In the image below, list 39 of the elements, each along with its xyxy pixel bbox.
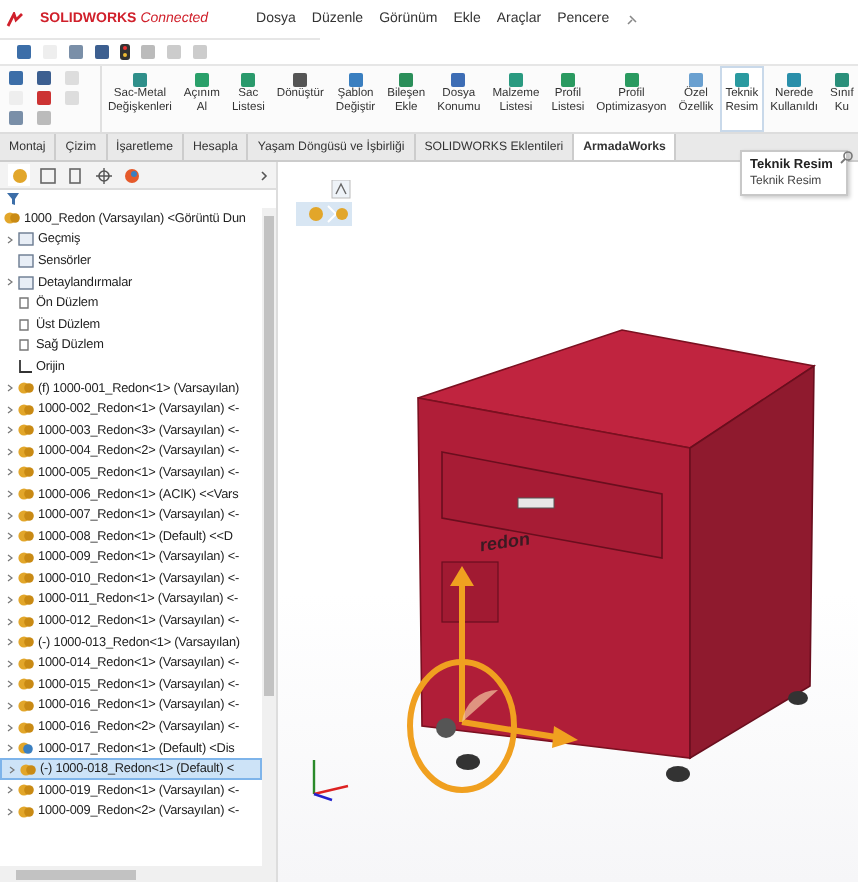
- appearance-icon[interactable]: [123, 167, 139, 183]
- property-list-icon[interactable]: [39, 167, 55, 183]
- expand-chevron-icon[interactable]: [5, 595, 13, 604]
- expand-chevron-icon[interactable]: [5, 447, 13, 456]
- search-icon[interactable]: [840, 150, 854, 164]
- expand-chevron-icon[interactable]: [5, 786, 13, 795]
- expand-chevron-icon[interactable]: [5, 553, 13, 562]
- expand-chevron-icon[interactable]: [5, 235, 13, 244]
- expand-chevron-icon[interactable]: [5, 574, 13, 583]
- expand-chevron-icon[interactable]: [5, 490, 13, 499]
- expand-chevron-icon[interactable]: [5, 701, 13, 710]
- expand-chevron-icon[interactable]: [5, 807, 13, 816]
- expand-chevron-icon[interactable]: [5, 511, 13, 520]
- assembly-icon: [18, 740, 34, 757]
- logo-icon: [6, 11, 24, 27]
- feature-tree-icon[interactable]: [11, 167, 27, 183]
- part-icon: [4, 210, 20, 227]
- expand-chevron-icon[interactable]: [5, 468, 13, 477]
- chevron-right-icon[interactable]: [260, 169, 268, 181]
- expand-chevron-icon[interactable]: [5, 744, 13, 753]
- expand-chevron-icon[interactable]: [5, 723, 13, 732]
- pin-icon[interactable]: [625, 13, 638, 25]
- expand-chevron-icon[interactable]: [5, 384, 13, 393]
- expand-chevron-icon[interactable]: [5, 638, 13, 647]
- cabinet-logo-text: redon: [480, 528, 531, 556]
- vertical-scrollbar[interactable]: [262, 208, 276, 866]
- expand-chevron-icon[interactable]: [5, 426, 13, 435]
- origin-icon: [18, 359, 32, 374]
- expand-chevron-icon[interactable]: [7, 765, 15, 774]
- expand-chevron-icon[interactable]: [5, 617, 13, 626]
- configuration-icon[interactable]: [67, 167, 83, 183]
- horizontal-scrollbar[interactable]: [0, 866, 276, 882]
- rotation-triad-drawing[interactable]: [402, 562, 582, 798]
- crosshair-icon[interactable]: [95, 167, 111, 183]
- expand-chevron-icon[interactable]: [5, 532, 13, 541]
- expand-chevron-icon[interactable]: [5, 659, 13, 668]
- expand-chevron-icon[interactable]: [5, 278, 13, 287]
- expand-chevron-icon[interactable]: [5, 405, 13, 414]
- expand-chevron-icon[interactable]: [5, 680, 13, 689]
